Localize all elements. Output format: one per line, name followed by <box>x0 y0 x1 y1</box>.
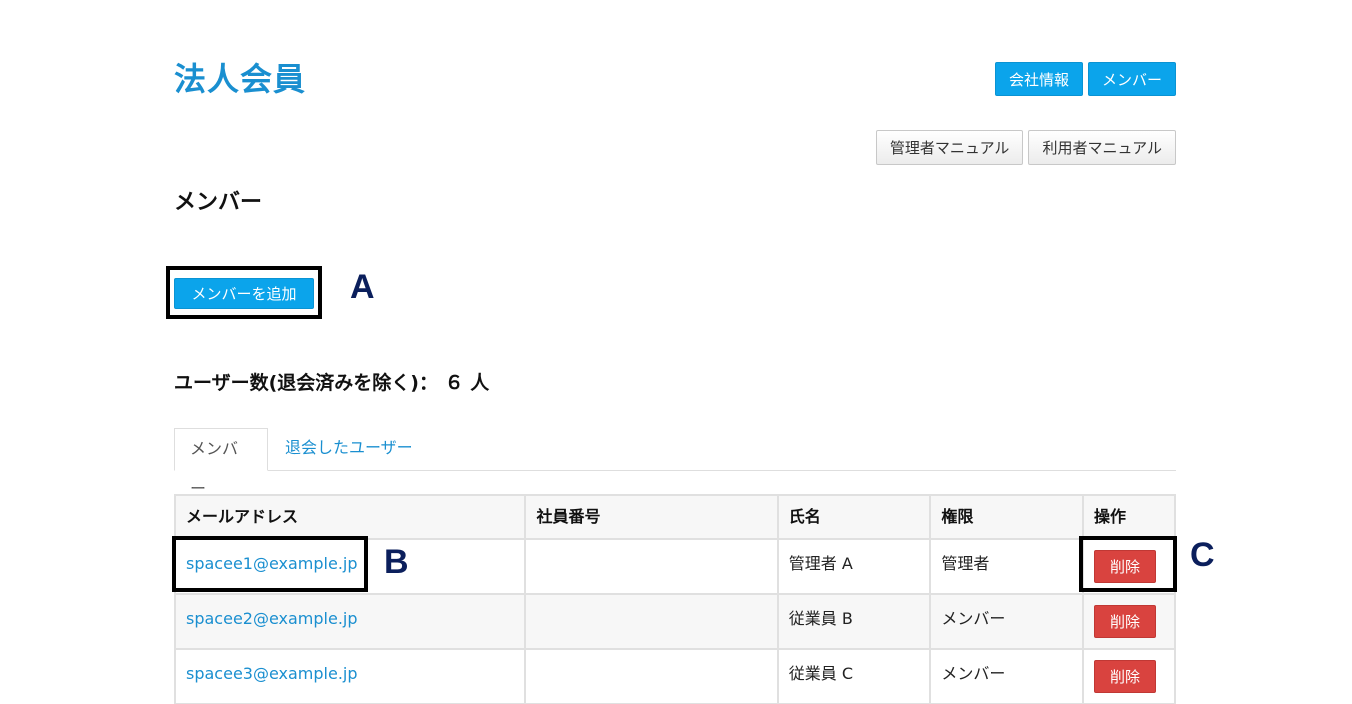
name-cell: 管理者 A <box>776 538 932 595</box>
header-employee-no: 社員番号 <box>524 494 779 540</box>
action-cell: 削除 <box>1081 593 1177 650</box>
page-title: メンバー <box>174 190 263 215</box>
role-cell: メンバー <box>929 593 1084 650</box>
table-row: spacee1@example.jp 管理者 A 管理者 削除 <box>173 538 1177 595</box>
highlight-box-a: メンバーを追加 <box>166 266 322 319</box>
add-member-button[interactable]: メンバーを追加 <box>174 278 314 309</box>
header-action: 操作 <box>1081 494 1177 540</box>
admin-manual-button[interactable]: 管理者マニュアル <box>875 130 1024 165</box>
employee-no-cell <box>524 538 779 595</box>
member-tabs: メンバー 退会したユーザー <box>174 428 1176 498</box>
member-role: 管理者 <box>941 554 990 573</box>
annotation-label-b: B <box>384 543 409 581</box>
header-email: メールアドレス <box>173 494 527 540</box>
member-role: メンバー <box>941 664 1006 683</box>
manual-nav: 管理者マニュアル 利用者マニュアル <box>875 130 1176 165</box>
member-role: メンバー <box>941 609 1006 628</box>
brand-logo[interactable]: 法人会員 <box>174 54 306 100</box>
top-nav: 会社情報 メンバー <box>994 62 1176 96</box>
header-role: 権限 <box>929 494 1084 540</box>
email-cell: spacee2@example.jp <box>173 593 527 650</box>
page: 法人会員 会社情報 メンバー 管理者マニュアル 利用者マニュアル メンバー メン… <box>0 0 1352 704</box>
table-row: spacee2@example.jp 従業員 B メンバー 削除 <box>173 593 1177 650</box>
email-link[interactable]: spacee2@example.jp <box>186 609 358 628</box>
members-table: メールアドレス 社員番号 氏名 権限 操作 spacee1@example.jp… <box>173 494 1177 704</box>
delete-button[interactable]: 削除 <box>1093 605 1156 638</box>
delete-button[interactable]: 削除 <box>1093 660 1156 693</box>
table-header-row: メールアドレス 社員番号 氏名 権限 操作 <box>173 494 1177 540</box>
company-info-button[interactable]: 会社情報 <box>994 62 1083 96</box>
member-name: 管理者 A <box>788 554 853 573</box>
member-name: 従業員 B <box>788 609 853 628</box>
email-link[interactable]: spacee1@example.jp <box>186 554 358 573</box>
role-cell: 管理者 <box>929 538 1084 595</box>
member-name: 従業員 C <box>788 664 854 683</box>
table-row: spacee3@example.jp 従業員 C メンバー 削除 <box>173 648 1177 704</box>
user-count: ユーザー数(退会済みを除く)： ６ 人 <box>174 372 490 394</box>
annotation-label-a: A <box>350 268 375 306</box>
action-cell: 削除 <box>1081 538 1177 595</box>
tab-withdrawn-users[interactable]: 退会したユーザー <box>270 428 428 471</box>
name-cell: 従業員 C <box>776 648 932 704</box>
members-nav-button[interactable]: メンバー <box>1087 62 1176 96</box>
role-cell: メンバー <box>929 648 1084 704</box>
annotation-label-c: C <box>1190 536 1215 574</box>
email-link[interactable]: spacee3@example.jp <box>186 664 358 683</box>
action-cell: 削除 <box>1081 648 1177 704</box>
name-cell: 従業員 B <box>776 593 932 650</box>
tab-members[interactable]: メンバー <box>174 428 268 498</box>
email-cell: spacee1@example.jp <box>173 538 527 595</box>
email-cell: spacee3@example.jp <box>173 648 527 704</box>
header-name: 氏名 <box>776 494 932 540</box>
employee-no-cell <box>524 593 779 650</box>
employee-no-cell <box>524 648 779 704</box>
user-manual-button[interactable]: 利用者マニュアル <box>1028 130 1176 165</box>
delete-button[interactable]: 削除 <box>1093 550 1156 583</box>
